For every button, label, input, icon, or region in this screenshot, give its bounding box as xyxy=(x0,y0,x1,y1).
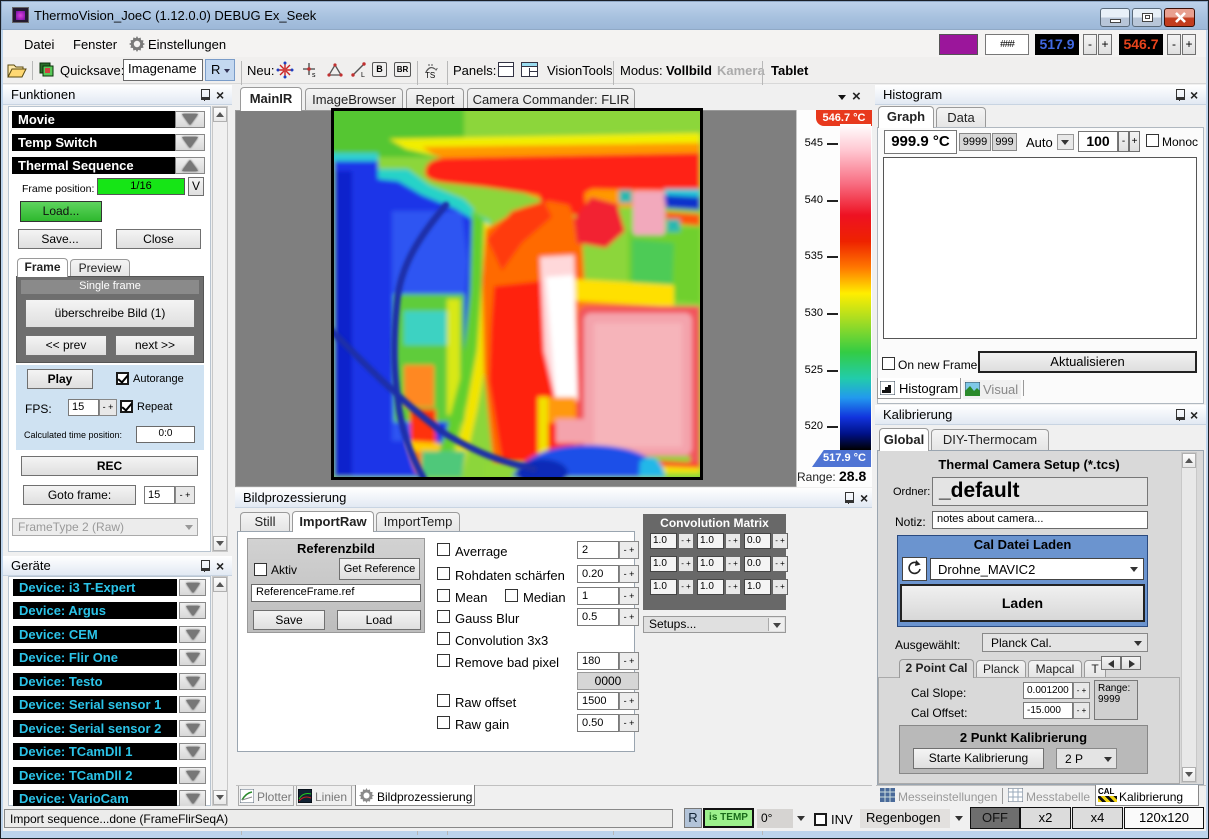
svg-text:s: s xyxy=(312,72,316,79)
svg-text:L: L xyxy=(361,72,365,79)
svg-text:TS: TS xyxy=(425,71,435,79)
